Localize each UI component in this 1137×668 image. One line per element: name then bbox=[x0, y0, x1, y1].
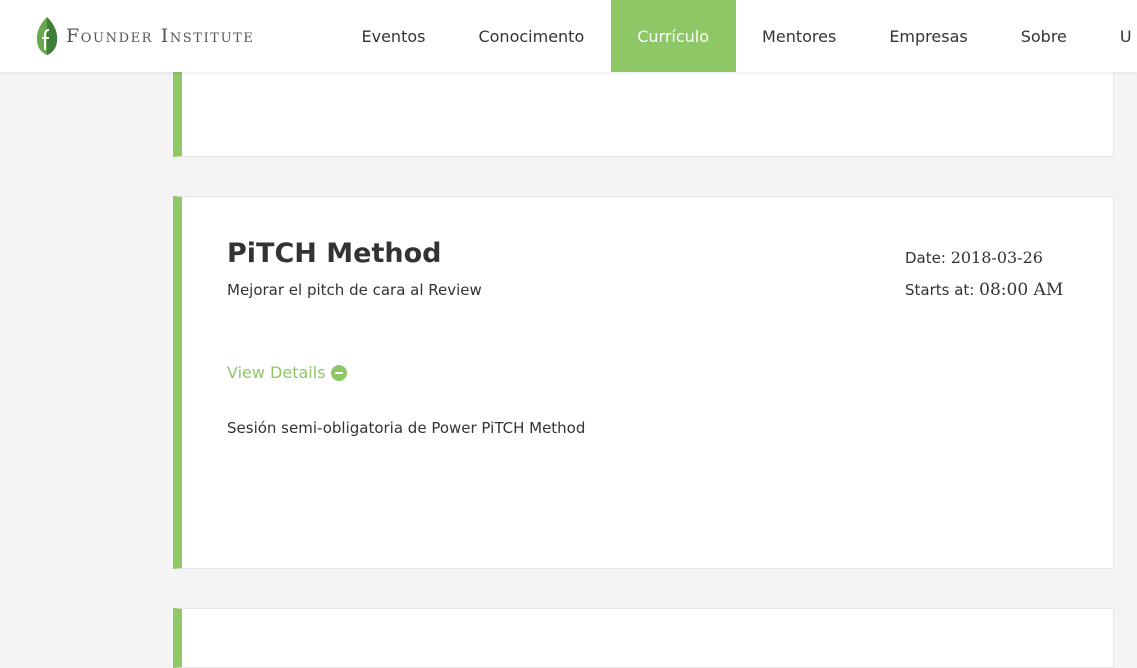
nav-item-conocimento[interactable]: Conocimento bbox=[452, 0, 611, 72]
logo-text: Founder Institute bbox=[66, 25, 255, 47]
nav-item-curriculo[interactable]: Currículo bbox=[610, 0, 736, 72]
event-subtitle: Mejorar el pitch de cara al Review bbox=[227, 281, 482, 299]
nav-item-sobre[interactable]: Sobre bbox=[994, 0, 1093, 72]
nav-item-truncated[interactable]: U bbox=[1093, 0, 1137, 72]
event-card: PiTCH Method Mejorar el pitch de cara al… bbox=[173, 196, 1114, 569]
site-header: Founder Institute Eventos Conocimento Cu… bbox=[0, 0, 1137, 72]
logo[interactable]: Founder Institute bbox=[34, 16, 255, 56]
event-date: Date: 2018-03-26 bbox=[905, 248, 1043, 267]
nav-item-empresas[interactable]: Empresas bbox=[863, 0, 994, 72]
event-start-time: Starts at: 08:00 AM bbox=[905, 280, 1063, 300]
leaf-logo-icon bbox=[36, 17, 58, 55]
date-label: Date: bbox=[905, 249, 946, 267]
minus-circle-icon[interactable] bbox=[330, 364, 347, 381]
event-card-next bbox=[173, 608, 1114, 668]
nav-item-mentores[interactable]: Mentores bbox=[736, 0, 863, 72]
view-details-link[interactable]: View Details bbox=[227, 363, 347, 382]
view-details-label: View Details bbox=[227, 363, 326, 382]
event-description: Sesión semi-obligatoria de Power PiTCH M… bbox=[227, 419, 586, 437]
nav-item-eventos[interactable]: Eventos bbox=[335, 0, 452, 72]
event-title: PiTCH Method bbox=[227, 238, 442, 269]
starts-at-value: 08:00 AM bbox=[979, 280, 1064, 300]
starts-at-label: Starts at: bbox=[905, 281, 975, 299]
date-value: 2018-03-26 bbox=[950, 248, 1043, 267]
main-nav: Eventos Conocimento Currículo Mentores E… bbox=[335, 0, 1137, 72]
